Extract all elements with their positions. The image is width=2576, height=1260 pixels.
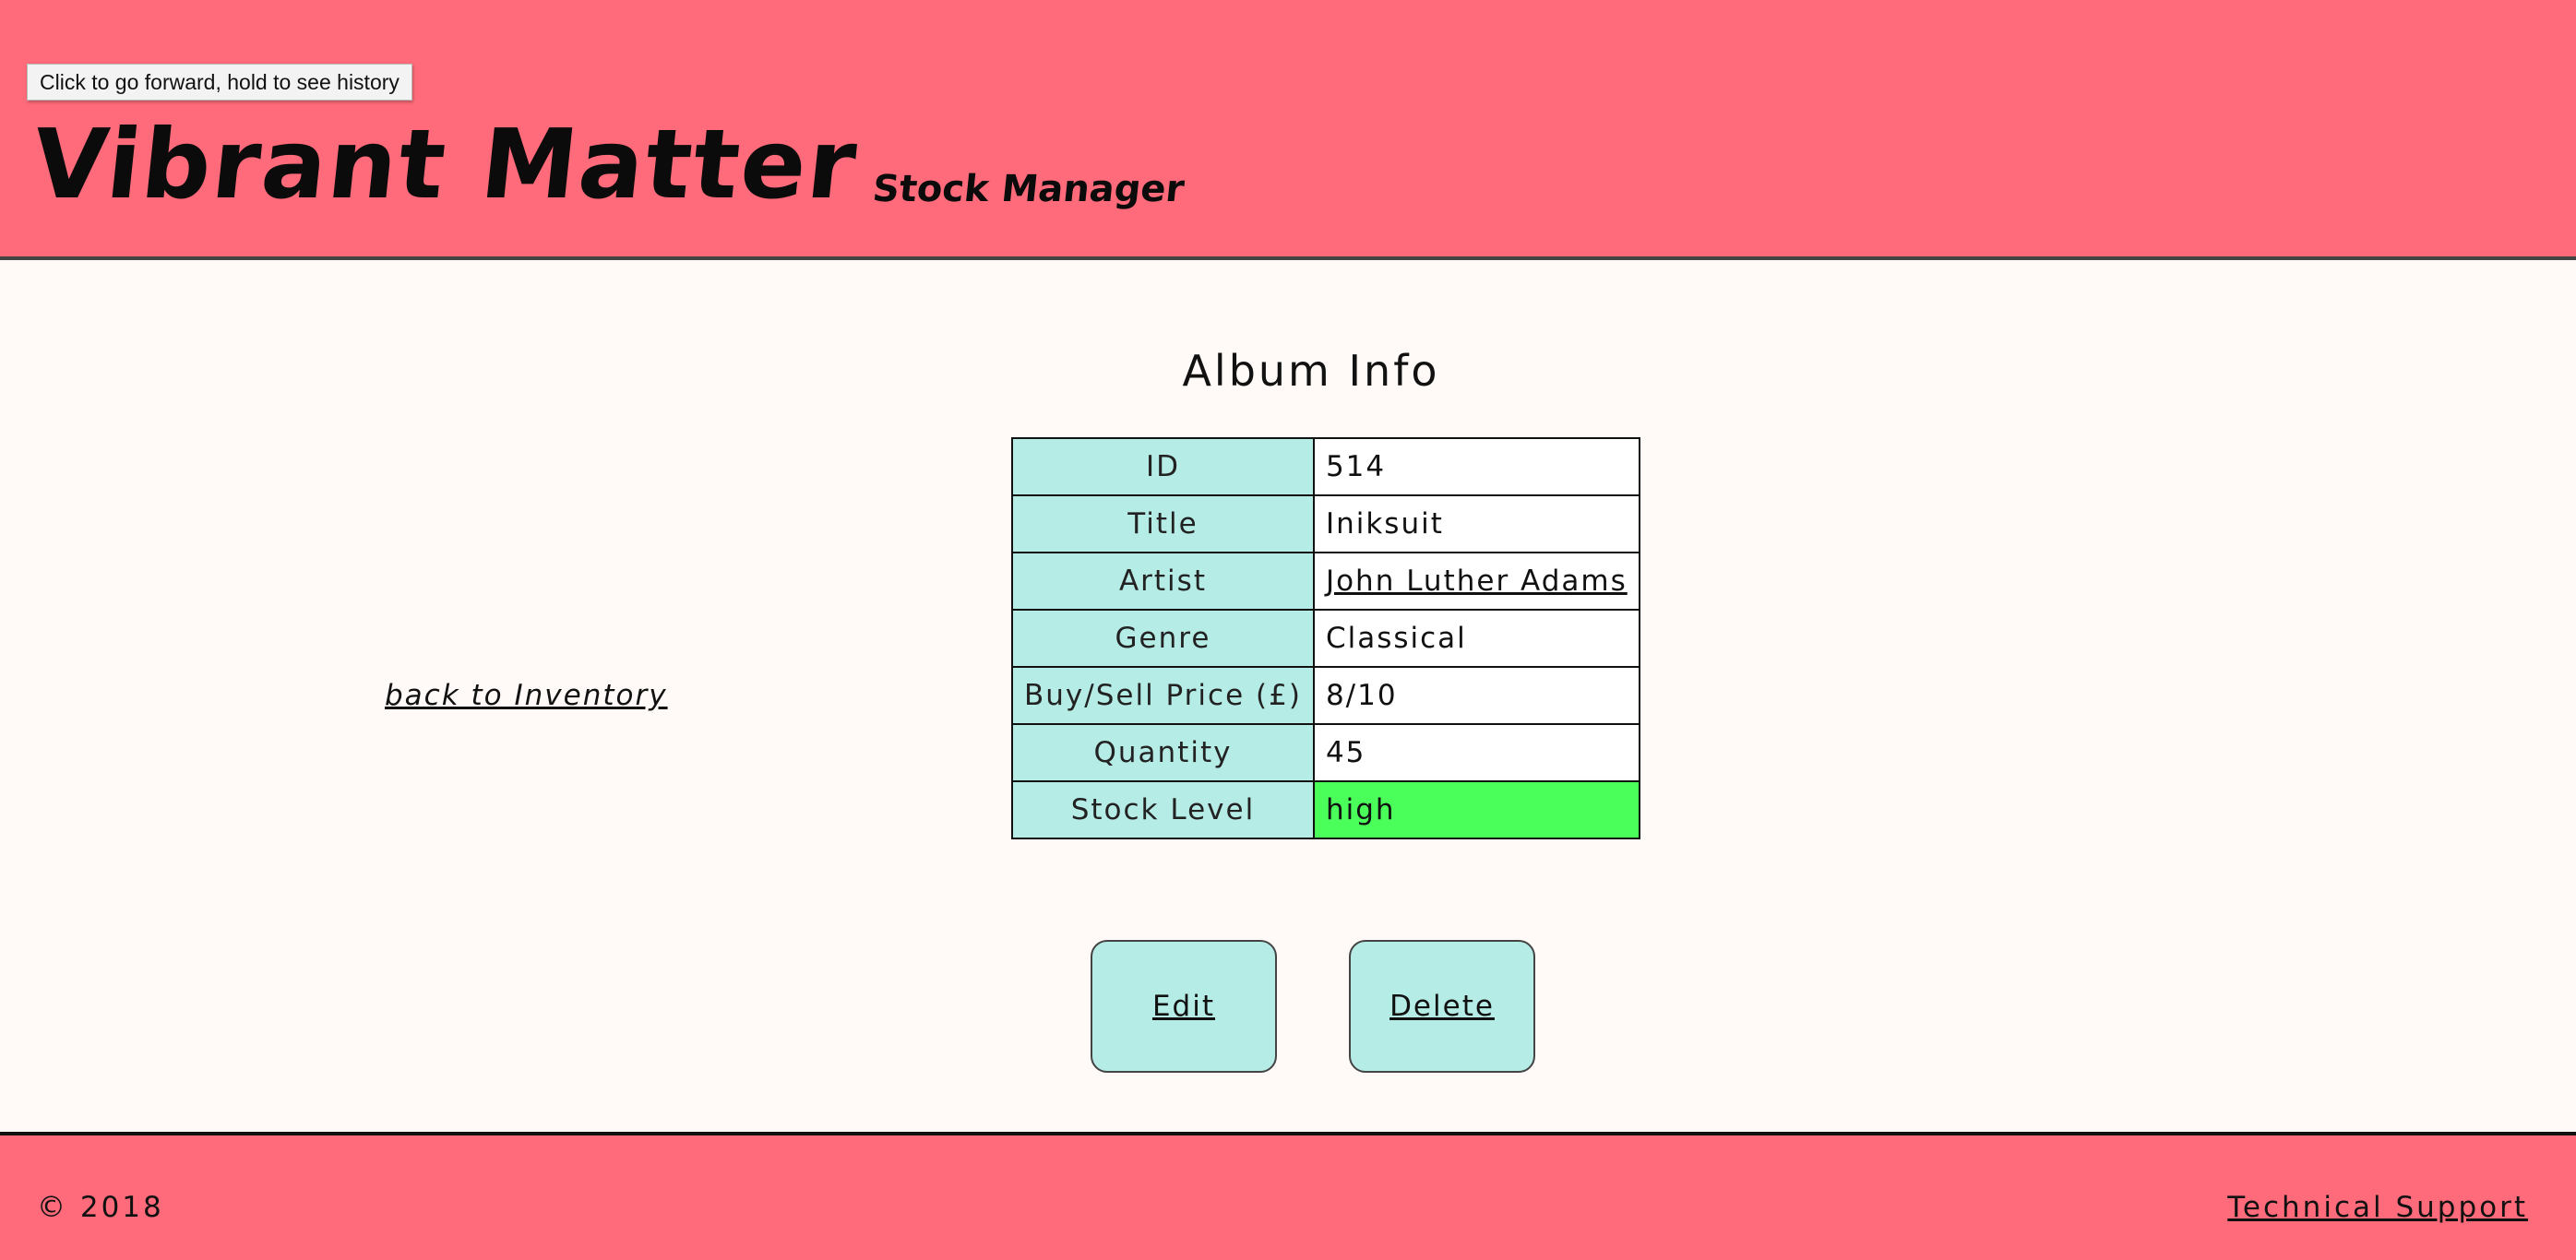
row-label-price: Buy/Sell Price (£) [1011, 666, 1315, 725]
row-label-id: ID [1011, 437, 1315, 496]
row-value-id: 514 [1312, 437, 1640, 496]
page-title: Album Info [1182, 346, 1440, 396]
table-row: Artist John Luther Adams [1011, 552, 1640, 611]
row-label-artist: Artist [1011, 552, 1315, 611]
row-label-title: Title [1011, 494, 1315, 553]
copyright-text: © 2018 [37, 1191, 164, 1224]
edit-button[interactable]: Edit [1091, 940, 1277, 1073]
row-value-title: Iniksuit [1312, 494, 1640, 553]
row-value-quantity: 45 [1312, 723, 1640, 782]
site-header: Click to go forward, hold to see history… [0, 0, 2576, 260]
row-label-quantity: Quantity [1011, 723, 1315, 782]
table-row: Quantity 45 [1011, 723, 1640, 782]
page: Click to go forward, hold to see history… [0, 0, 2576, 1260]
delete-button[interactable]: Delete [1349, 940, 1535, 1073]
technical-support-link[interactable]: Technical Support [2227, 1191, 2528, 1224]
table-row: Title Iniksuit [1011, 494, 1640, 553]
browser-tooltip: Click to go forward, hold to see history [27, 64, 412, 101]
table-row: ID 514 [1011, 437, 1640, 496]
row-label-genre: Genre [1011, 609, 1315, 668]
row-value-price: 8/10 [1312, 666, 1640, 725]
table-row: Genre Classical [1011, 609, 1640, 668]
row-value-artist: John Luther Adams [1312, 552, 1640, 611]
back-to-inventory-link[interactable]: back to Inventory [385, 679, 668, 712]
table-row: Stock Level high [1011, 780, 1640, 839]
site-title: Vibrant Matter [27, 108, 864, 220]
site-subtitle: Stock Manager [870, 168, 1187, 210]
row-label-stock-level: Stock Level [1011, 780, 1315, 839]
stock-level-badge: high [1312, 780, 1640, 839]
row-value-genre: Classical [1312, 609, 1640, 668]
site-footer: © 2018 Technical Support [0, 1132, 2576, 1260]
table-row: Buy/Sell Price (£) 8/10 [1011, 666, 1640, 725]
artist-link[interactable]: John Luther Adams [1326, 565, 1628, 598]
album-info-table: ID 514 Title Iniksuit Artist John Luther… [1011, 437, 1640, 839]
